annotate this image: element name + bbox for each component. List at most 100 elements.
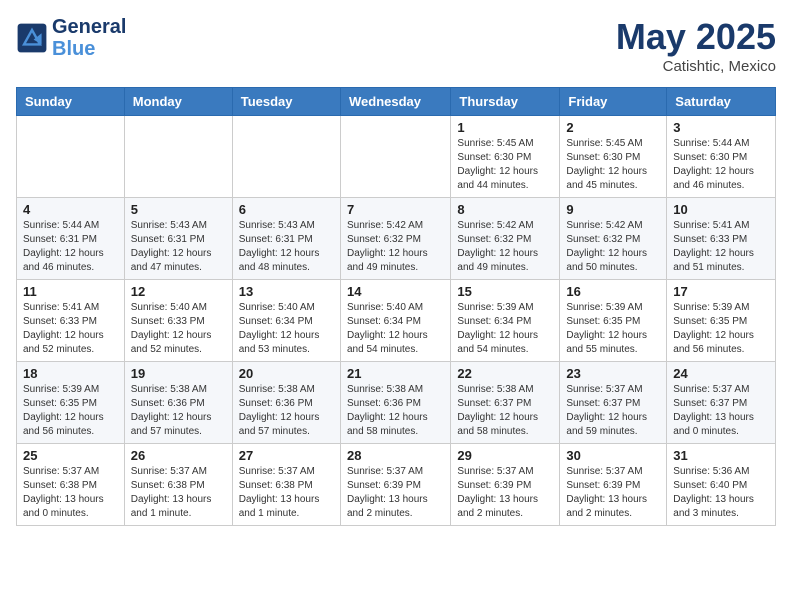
logo-icon xyxy=(16,22,48,54)
weekday-header-row: SundayMondayTuesdayWednesdayThursdayFrid… xyxy=(17,88,776,116)
day-info: Sunrise: 5:42 AM Sunset: 6:32 PM Dayligh… xyxy=(347,219,444,275)
day-info: Sunrise: 5:43 AM Sunset: 6:31 PM Dayligh… xyxy=(131,219,226,275)
day-info: Sunrise: 5:42 AM Sunset: 6:32 PM Dayligh… xyxy=(566,219,660,275)
page-header: General Blue May 2025 Catishtic, Mexico xyxy=(16,16,776,75)
day-info: Sunrise: 5:38 AM Sunset: 6:36 PM Dayligh… xyxy=(131,383,226,439)
calendar-cell: 28Sunrise: 5:37 AM Sunset: 6:39 PM Dayli… xyxy=(340,444,450,526)
day-number: 1 xyxy=(457,120,553,135)
calendar-cell: 11 Sunrise: 5:41 AM Sunset: 6:33 PM Dayli… xyxy=(17,280,125,362)
day-info: Sunrise: 5:44 AM Sunset: 6:31 PM Dayligh… xyxy=(23,219,118,275)
day-number: 6 xyxy=(239,202,334,217)
weekday-header-thursday: Thursday xyxy=(451,88,560,116)
calendar-cell: 29 Sunrise: 5:37 AM Sunset: 6:39 PM Dayli… xyxy=(451,444,560,526)
logo-blue: Blue xyxy=(52,38,126,60)
calendar-cell: 14Sunrise: 5:40 AM Sunset: 6:34 PM Dayli… xyxy=(340,280,450,362)
calendar-cell: 7Sunrise: 5:42 AM Sunset: 6:32 PM Daylig… xyxy=(340,198,450,280)
day-info: Sunrise: 5:41 AM Sunset: 6:33 PM Dayligh… xyxy=(673,219,769,275)
calendar-cell xyxy=(124,116,232,198)
day-info: Sunrise: 5:39 AM Sunset: 6:35 PM Dayligh… xyxy=(673,301,769,357)
calendar-cell: 3 Sunrise: 5:44 AM Sunset: 6:30 PM Daylig… xyxy=(667,116,776,198)
day-number: 29 xyxy=(457,448,553,463)
calendar-cell: 26 Sunrise: 5:37 AM Sunset: 6:38 PM Dayli… xyxy=(124,444,232,526)
day-number: 3 xyxy=(673,120,769,135)
day-info: Sunrise: 5:37 AM Sunset: 6:39 PM Dayligh… xyxy=(347,465,444,521)
day-number: 15 xyxy=(457,284,553,299)
logo-general: General xyxy=(52,16,126,38)
day-info: Sunrise: 5:37 AM Sunset: 6:38 PM Dayligh… xyxy=(239,465,334,521)
weekday-header-saturday: Saturday xyxy=(667,88,776,116)
calendar-cell: 15 Sunrise: 5:39 AM Sunset: 6:34 PM Dayli… xyxy=(451,280,560,362)
day-number: 22 xyxy=(457,366,553,381)
day-info: Sunrise: 5:41 AM Sunset: 6:33 PM Dayligh… xyxy=(23,301,118,357)
day-number: 5 xyxy=(131,202,226,217)
day-info: Sunrise: 5:37 AM Sunset: 6:38 PM Dayligh… xyxy=(23,465,118,521)
weekday-header-wednesday: Wednesday xyxy=(340,88,450,116)
day-info: Sunrise: 5:39 AM Sunset: 6:35 PM Dayligh… xyxy=(23,383,118,439)
day-number: 25 xyxy=(23,448,118,463)
day-info: Sunrise: 5:40 AM Sunset: 6:34 PM Dayligh… xyxy=(239,301,334,357)
day-info: Sunrise: 5:39 AM Sunset: 6:34 PM Dayligh… xyxy=(457,301,553,357)
calendar-cell: 5 Sunrise: 5:43 AM Sunset: 6:31 PM Daylig… xyxy=(124,198,232,280)
calendar-cell xyxy=(340,116,450,198)
day-info: Sunrise: 5:38 AM Sunset: 6:36 PM Dayligh… xyxy=(347,383,444,439)
calendar-cell: 31Sunrise: 5:36 AM Sunset: 6:40 PM Dayli… xyxy=(667,444,776,526)
day-info: Sunrise: 5:37 AM Sunset: 6:37 PM Dayligh… xyxy=(566,383,660,439)
day-info: Sunrise: 5:45 AM Sunset: 6:30 PM Dayligh… xyxy=(457,137,553,193)
calendar-week-3: 11 Sunrise: 5:41 AM Sunset: 6:33 PM Dayli… xyxy=(17,280,776,362)
day-number: 24 xyxy=(673,366,769,381)
weekday-header-tuesday: Tuesday xyxy=(232,88,340,116)
day-info: Sunrise: 5:44 AM Sunset: 6:30 PM Dayligh… xyxy=(673,137,769,193)
day-number: 2 xyxy=(566,120,660,135)
day-number: 26 xyxy=(131,448,226,463)
day-info: Sunrise: 5:36 AM Sunset: 6:40 PM Dayligh… xyxy=(673,465,769,521)
day-number: 20 xyxy=(239,366,334,381)
calendar-week-2: 4Sunrise: 5:44 AM Sunset: 6:31 PM Daylig… xyxy=(17,198,776,280)
day-info: Sunrise: 5:40 AM Sunset: 6:34 PM Dayligh… xyxy=(347,301,444,357)
day-info: Sunrise: 5:40 AM Sunset: 6:33 PM Dayligh… xyxy=(131,301,226,357)
calendar-cell: 16 Sunrise: 5:39 AM Sunset: 6:35 PM Dayli… xyxy=(560,280,667,362)
calendar-cell: 6 Sunrise: 5:43 AM Sunset: 6:31 PM Daylig… xyxy=(232,198,340,280)
calendar-table: SundayMondayTuesdayWednesdayThursdayFrid… xyxy=(16,87,776,526)
location: Catishtic, Mexico xyxy=(616,58,776,75)
calendar-cell: 21Sunrise: 5:38 AM Sunset: 6:36 PM Dayli… xyxy=(340,362,450,444)
calendar-week-4: 18Sunrise: 5:39 AM Sunset: 6:35 PM Dayli… xyxy=(17,362,776,444)
calendar-cell: 4Sunrise: 5:44 AM Sunset: 6:31 PM Daylig… xyxy=(17,198,125,280)
day-number: 11 xyxy=(23,284,118,299)
calendar-cell: 2 Sunrise: 5:45 AM Sunset: 6:30 PM Daylig… xyxy=(560,116,667,198)
calendar-cell: 18Sunrise: 5:39 AM Sunset: 6:35 PM Dayli… xyxy=(17,362,125,444)
weekday-header-monday: Monday xyxy=(124,88,232,116)
calendar-cell: 10 Sunrise: 5:41 AM Sunset: 6:33 PM Dayli… xyxy=(667,198,776,280)
calendar-cell: 12Sunrise: 5:40 AM Sunset: 6:33 PM Dayli… xyxy=(124,280,232,362)
calendar-cell: 13 Sunrise: 5:40 AM Sunset: 6:34 PM Dayli… xyxy=(232,280,340,362)
calendar-cell: 24 Sunrise: 5:37 AM Sunset: 6:37 PM Dayli… xyxy=(667,362,776,444)
day-number: 17 xyxy=(673,284,769,299)
calendar-cell xyxy=(232,116,340,198)
day-number: 8 xyxy=(457,202,553,217)
calendar-cell: 30 Sunrise: 5:37 AM Sunset: 6:39 PM Dayli… xyxy=(560,444,667,526)
day-number: 9 xyxy=(566,202,660,217)
day-number: 27 xyxy=(239,448,334,463)
day-info: Sunrise: 5:37 AM Sunset: 6:39 PM Dayligh… xyxy=(566,465,660,521)
calendar-cell: 23Sunrise: 5:37 AM Sunset: 6:37 PM Dayli… xyxy=(560,362,667,444)
day-info: Sunrise: 5:45 AM Sunset: 6:30 PM Dayligh… xyxy=(566,137,660,193)
calendar-cell: 20 Sunrise: 5:38 AM Sunset: 6:36 PM Dayli… xyxy=(232,362,340,444)
weekday-header-friday: Friday xyxy=(560,88,667,116)
day-number: 16 xyxy=(566,284,660,299)
day-info: Sunrise: 5:37 AM Sunset: 6:37 PM Dayligh… xyxy=(673,383,769,439)
title-block: May 2025 Catishtic, Mexico xyxy=(616,16,776,75)
calendar-cell: 1 Sunrise: 5:45 AM Sunset: 6:30 PM Daylig… xyxy=(451,116,560,198)
day-info: Sunrise: 5:37 AM Sunset: 6:38 PM Dayligh… xyxy=(131,465,226,521)
calendar-cell: 17 Sunrise: 5:39 AM Sunset: 6:35 PM Dayli… xyxy=(667,280,776,362)
day-number: 10 xyxy=(673,202,769,217)
day-info: Sunrise: 5:38 AM Sunset: 6:36 PM Dayligh… xyxy=(239,383,334,439)
day-info: Sunrise: 5:42 AM Sunset: 6:32 PM Dayligh… xyxy=(457,219,553,275)
calendar-cell: 25 Sunrise: 5:37 AM Sunset: 6:38 PM Dayli… xyxy=(17,444,125,526)
weekday-header-sunday: Sunday xyxy=(17,88,125,116)
day-info: Sunrise: 5:39 AM Sunset: 6:35 PM Dayligh… xyxy=(566,301,660,357)
day-number: 13 xyxy=(239,284,334,299)
logo: General Blue xyxy=(16,16,126,60)
day-info: Sunrise: 5:43 AM Sunset: 6:31 PM Dayligh… xyxy=(239,219,334,275)
day-info: Sunrise: 5:37 AM Sunset: 6:39 PM Dayligh… xyxy=(457,465,553,521)
calendar-cell: 27 Sunrise: 5:37 AM Sunset: 6:38 PM Dayli… xyxy=(232,444,340,526)
day-number: 30 xyxy=(566,448,660,463)
